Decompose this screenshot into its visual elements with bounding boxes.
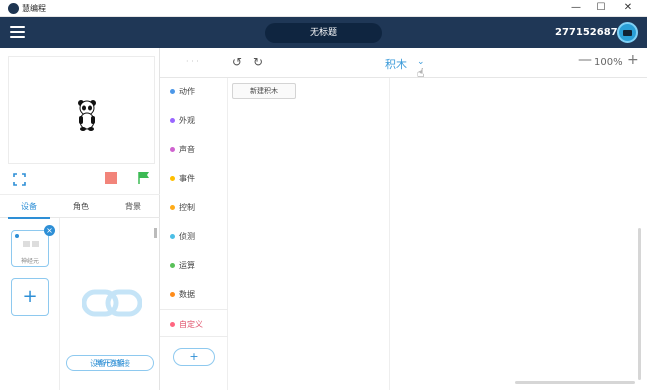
divider: [160, 336, 228, 337]
zoom-level: 100%: [594, 57, 623, 68]
category-dot: [170, 263, 175, 268]
stage-canvas[interactable]: [8, 56, 155, 164]
script-workspace[interactable]: [390, 78, 647, 390]
category-dot: [170, 292, 175, 297]
category-label: 控制: [179, 203, 195, 212]
connected-dot: [15, 234, 19, 238]
close-window-button[interactable]: ✕: [616, 0, 640, 17]
window-titlebar: 慧编程 — ☐ ✕: [0, 0, 647, 17]
category-sound[interactable]: 声音: [160, 141, 228, 159]
stage-controls: [0, 166, 160, 194]
panda-sprite-icon: [78, 100, 96, 131]
category-label: 事件: [179, 174, 195, 183]
category-control[interactable]: 控制: [160, 199, 228, 217]
editor-toolbar: · · · ↺ ↻ 积木 ⌄ ☝ — 100% +: [160, 48, 647, 80]
tab-backgrounds[interactable]: 背景: [108, 195, 158, 218]
app-title: 慧编程: [22, 4, 46, 13]
stop-button[interactable]: [105, 172, 117, 184]
device-thumbnail-icon: [23, 241, 39, 247]
remove-device-button[interactable]: ×: [44, 225, 55, 236]
category-dot: [170, 322, 175, 327]
new-block-button[interactable]: 新建积木: [232, 83, 296, 99]
category-motion[interactable]: 动作: [160, 83, 228, 101]
green-flag-icon[interactable]: [137, 171, 151, 185]
category-label: 侦测: [179, 232, 195, 241]
category-label: 动作: [179, 87, 195, 96]
divider: [160, 309, 228, 310]
category-label: 声音: [179, 145, 195, 154]
category-custom[interactable]: 自定义: [160, 316, 228, 334]
scrollbar[interactable]: [154, 228, 157, 238]
app-header: 无标题 277152687: [0, 17, 647, 48]
avatar[interactable]: [617, 22, 638, 43]
category-dot: [170, 118, 175, 123]
project-title[interactable]: 无标题: [265, 23, 382, 43]
category-events[interactable]: 事件: [160, 170, 228, 188]
category-dot: [170, 176, 175, 181]
minimize-button[interactable]: —: [564, 0, 588, 17]
category-sensing[interactable]: 侦测: [160, 228, 228, 246]
device-list: 神经元 × +: [0, 218, 60, 390]
vertical-scrollbar[interactable]: [638, 228, 641, 380]
hamburger-menu-icon[interactable]: [10, 26, 25, 39]
block-categories: 动作 外观 声音 事件 控制 侦测 运算 数据 自定义 +: [160, 78, 228, 390]
zoom-in-button[interactable]: +: [627, 52, 639, 68]
category-looks[interactable]: 外观: [160, 112, 228, 130]
category-operators[interactable]: 运算: [160, 257, 228, 275]
maximize-button[interactable]: ☐: [589, 0, 613, 17]
category-label: 运算: [179, 261, 195, 270]
panel-tabs: 设备 角色 背景: [0, 194, 160, 219]
zoom-out-button[interactable]: —: [578, 52, 592, 68]
user-id[interactable]: 277152687: [555, 27, 618, 38]
left-panel: 设备 角色 背景 神经元 × + 设备已连接 断开连接: [0, 48, 160, 390]
category-dot: [170, 89, 175, 94]
add-device-button[interactable]: +: [11, 278, 49, 316]
category-label: 数据: [179, 290, 195, 299]
undo-icon[interactable]: ↺: [232, 55, 242, 69]
category-dot: [170, 147, 175, 152]
category-label: 自定义: [179, 320, 203, 329]
toolbar-placeholder: · · ·: [186, 57, 199, 66]
block-palette: 新建积木: [228, 78, 390, 390]
device-name: 神经元: [20, 258, 39, 265]
redo-icon[interactable]: ↻: [253, 55, 263, 69]
category-dot: [170, 234, 175, 239]
horizontal-scrollbar[interactable]: [515, 381, 635, 384]
category-label: 外观: [179, 116, 195, 125]
add-extension-button[interactable]: +: [173, 348, 215, 366]
tab-devices[interactable]: 设备: [4, 195, 54, 219]
device-card[interactable]: 神经元 ×: [11, 225, 55, 267]
tab-sprites[interactable]: 角色: [56, 195, 106, 218]
category-dot: [170, 205, 175, 210]
disconnect-button[interactable]: 断开连接: [66, 355, 154, 371]
category-data[interactable]: 数据: [160, 286, 228, 304]
link-icon: [82, 289, 142, 317]
fullscreen-icon[interactable]: [13, 173, 26, 186]
blocks-mode-toggle[interactable]: 积木: [385, 56, 407, 72]
app-logo-icon: [8, 3, 19, 14]
